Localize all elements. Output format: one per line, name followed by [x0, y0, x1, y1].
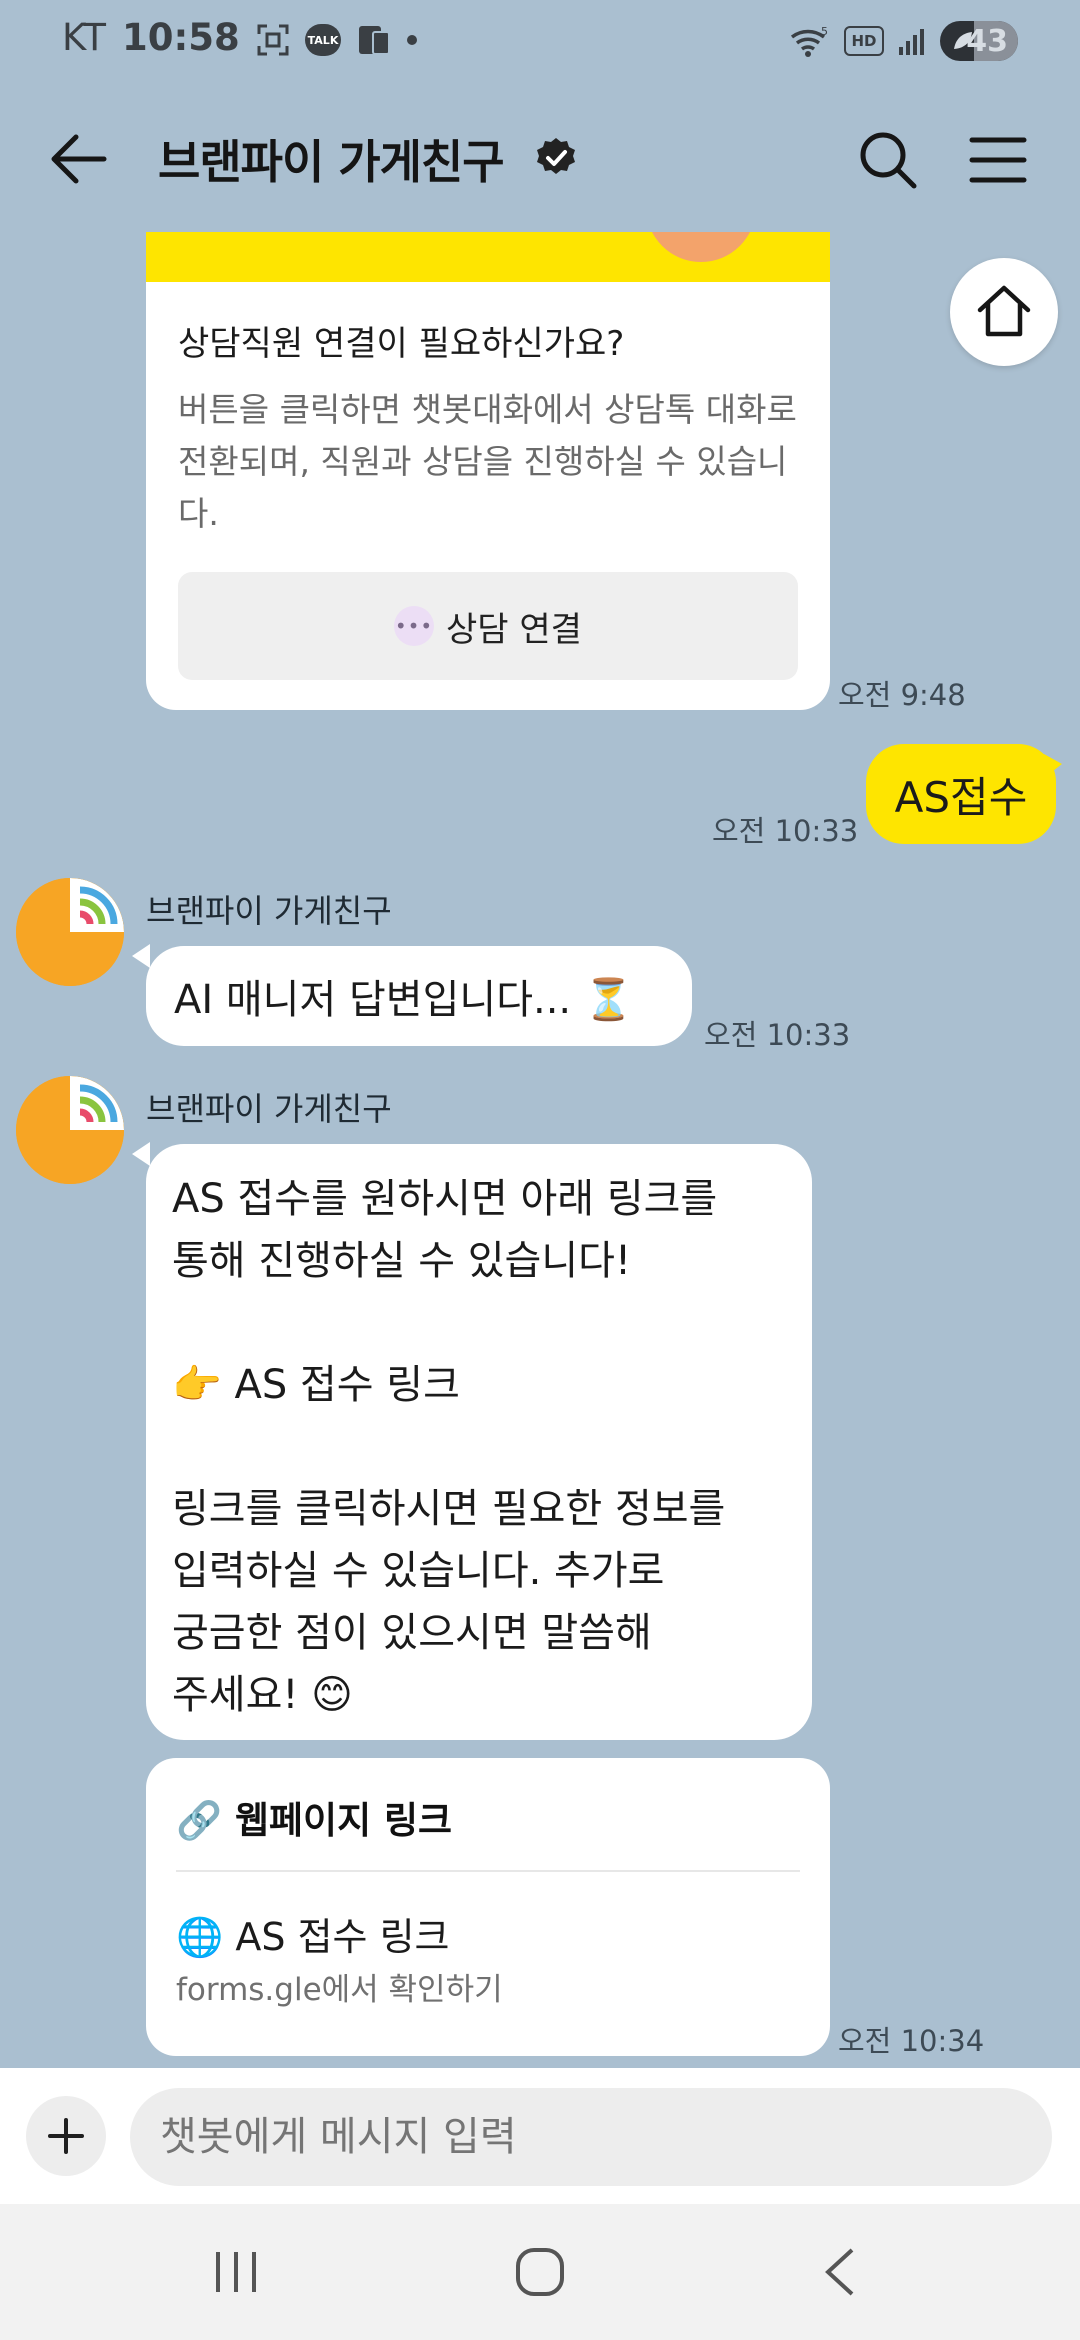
wifi-band-label: 5 — [821, 25, 828, 38]
message-time: 오전 10:33 — [712, 814, 859, 848]
bot-message-text: AI 매니저 답변입니다... ⏳ — [174, 977, 634, 1023]
hd-voice-icon: HD — [844, 26, 884, 56]
as-link-text[interactable]: 👉 AS 접수 링크 — [172, 1354, 786, 1416]
bubble-tail — [132, 1142, 150, 1166]
plus-icon — [48, 2118, 84, 2154]
message-time: 오전 10:34 — [838, 2024, 985, 2058]
kakaotalk-icon: TALK — [305, 24, 341, 56]
divider — [176, 1870, 800, 1872]
wifi-icon: 5 — [790, 25, 828, 57]
device-icon — [359, 26, 390, 55]
link-card-title: 🔗 웹페이지 링크 — [176, 1799, 453, 1842]
link-domain: forms.gle에서 확인하기 — [176, 1972, 503, 2008]
bot-message-bubble: AS 접수를 원하시면 아래 링크를 통해 진행하실 수 있습니다! 👉 AS … — [146, 1144, 812, 1740]
user-message-text: AS접수 — [894, 772, 1028, 822]
nav-back-button[interactable] — [800, 2240, 880, 2304]
search-icon — [860, 132, 917, 189]
chat-header: 브랜파이 가게친구 — [0, 82, 1080, 232]
battery-icon: 43 — [940, 21, 1018, 61]
chat-title: 브랜파이 가게친구 — [158, 135, 505, 189]
consult-card: 상담직원 연결이 필요하신가요? 버튼을 클릭하면 챗봇대화에서 상담톡 대화로… — [146, 282, 830, 710]
hamburger-menu-icon — [969, 137, 1027, 183]
card-banner — [146, 232, 830, 282]
banner-image — [646, 232, 756, 262]
bot-message-line: 링크를 클릭하시면 필요한 정보를 — [172, 1486, 726, 1532]
back-chevron-icon — [825, 2248, 854, 2296]
bot-message-line: 입력하실 수 있습니다. 추가로 — [172, 1548, 665, 1594]
arrow-left-icon — [51, 134, 107, 184]
back-button[interactable] — [44, 124, 114, 194]
avatar[interactable] — [16, 878, 124, 986]
more-dot-icon — [407, 35, 417, 45]
verified-badge-icon — [534, 136, 578, 180]
battery-level: 43 — [966, 24, 1008, 59]
bubble-tail — [1044, 754, 1062, 778]
as-link-button[interactable]: 🌐 AS 접수 링크 — [176, 1906, 450, 1961]
message-time: 오전 10:33 — [704, 1018, 851, 1052]
home-icon — [977, 285, 1031, 337]
menu-button[interactable] — [962, 124, 1034, 196]
bot-message-line: AS 접수를 원하시면 아래 링크를 — [172, 1176, 718, 1222]
nav-home-button[interactable] — [500, 2240, 580, 2304]
speech-bubble-icon: ••• — [394, 606, 435, 646]
avatar[interactable] — [16, 1076, 124, 1184]
bot-avatar-image — [16, 878, 124, 986]
consult-card-body: 버튼을 클릭하면 챗봇대화에서 상담톡 대화로 전환되며, 직원과 상담을 진행… — [178, 390, 797, 533]
signal-icon — [899, 29, 924, 55]
message-time: 오전 9:48 — [838, 678, 966, 712]
bot-message-line: 주세요! 😊 — [172, 1672, 353, 1718]
webpage-link-card[interactable]: 🔗 웹페이지 링크 🌐 AS 접수 링크 forms.gle에서 확인하기 — [146, 1758, 830, 2056]
sender-name: 브랜파이 가게친구 — [146, 1090, 392, 1128]
message-composer — [0, 2068, 1080, 2204]
attach-button[interactable] — [26, 2096, 106, 2176]
sender-name: 브랜파이 가게친구 — [146, 892, 392, 930]
user-message-bubble: AS접수 — [866, 744, 1056, 844]
home-circle-icon — [516, 2248, 564, 2296]
consult-connect-label: 상담 연결 — [446, 609, 582, 650]
bot-avatar-image — [16, 1076, 124, 1184]
consult-card-title: 상담직원 연결이 필요하신가요? — [178, 324, 625, 364]
search-button[interactable] — [852, 124, 924, 196]
status-bar: KT 10:58 TALK 5 HD 43 — [0, 0, 1080, 82]
bot-message-line: 통해 진행하실 수 있습니다! — [172, 1238, 631, 1284]
system-nav-bar — [0, 2204, 1080, 2340]
bot-message-bubble: AI 매니저 답변입니다... ⏳ — [146, 946, 692, 1046]
bubble-tail — [132, 944, 150, 968]
recent-apps-button[interactable] — [196, 2240, 276, 2304]
notification-icons: TALK — [255, 20, 417, 60]
home-button[interactable] — [950, 258, 1058, 366]
bot-message-line: 궁금한 점이 있으시면 말씀해 — [172, 1610, 652, 1656]
recent-apps-icon — [216, 2252, 256, 2292]
system-icons: 5 HD 43 — [788, 18, 1018, 64]
status-time: 10:58 — [122, 16, 240, 59]
consult-connect-button[interactable]: ••• 상담 연결 — [178, 572, 798, 680]
carrier-label: KT — [62, 16, 106, 59]
message-input[interactable] — [130, 2088, 1052, 2186]
screenshot-icon — [257, 24, 289, 56]
